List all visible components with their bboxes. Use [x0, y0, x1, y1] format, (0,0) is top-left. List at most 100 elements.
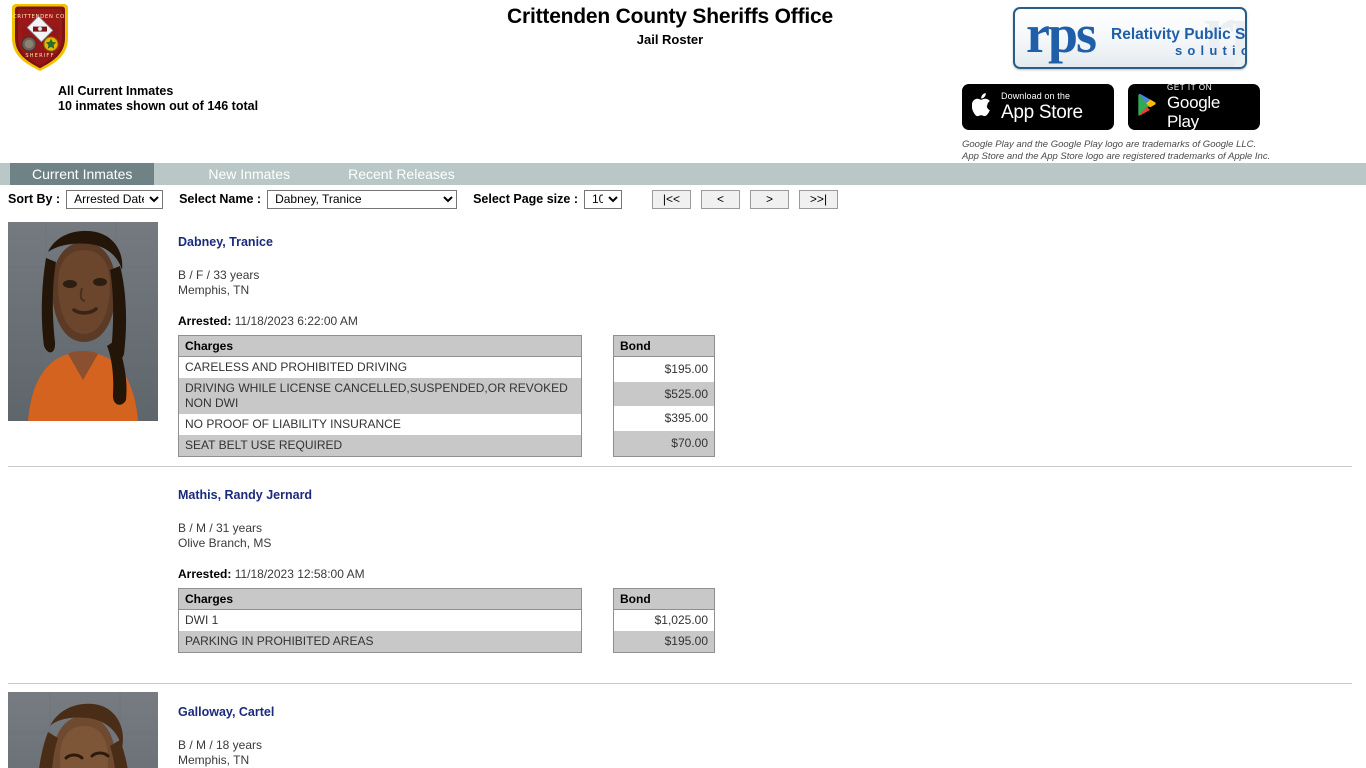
rps-logo-line-1: Relativity Public Safety: [1111, 26, 1246, 43]
inmate-demographics: B / M / 18 years Memphis, TN: [178, 738, 1366, 768]
inmate-list: Dabney, Tranice B / F / 33 years Memphis, …: [0, 214, 1366, 768]
inmate-race-sex-age: B / M / 31 years: [178, 521, 263, 535]
rps-logo[interactable]: rps rps Relativity Public Safety solutio…: [1013, 7, 1247, 69]
sort-by-label: Sort By :: [8, 192, 61, 206]
arrested-label: Arrested:: [178, 314, 232, 328]
next-page-button[interactable]: >: [750, 189, 789, 209]
inmate-race-sex-age: B / F / 33 years: [178, 268, 260, 282]
inmate-arrested: Arrested: 11/18/2023 6:22:00 AM: [178, 314, 1366, 329]
bond-row: $395.00: [613, 406, 715, 432]
inmate-photo-cell: [0, 222, 178, 457]
inmate-photo-cell: [0, 692, 178, 768]
select-name-label: Select Name :: [179, 192, 262, 206]
charges-table: Charges CARELESS AND PROHIBITED DRIVING DR…: [178, 335, 582, 457]
inmate-city: Memphis, TN: [178, 283, 250, 297]
inmate-name-link[interactable]: Galloway, Cartel: [178, 705, 274, 719]
tab-current-inmates[interactable]: Current Inmates: [10, 163, 155, 185]
rps-logo-line-2: solutions: [1174, 43, 1245, 58]
inmate-city: Olive Branch, MS: [178, 536, 272, 550]
app-store-text: Download on the App Store: [1001, 91, 1083, 123]
bond-table: Bond $1,025.00 $195.00: [613, 588, 715, 653]
charge-description: SEAT BELT USE REQUIRED: [178, 435, 582, 457]
inmate-record: Galloway, Cartel B / M / 18 years Memphis,…: [0, 684, 1366, 768]
inmate-name-link[interactable]: Mathis, Randy Jernard: [178, 488, 312, 502]
store-badges: Download on the App Store GET IT ON Goog…: [962, 83, 1260, 131]
page-header: CRITTENDEN CO. SHERIFF Crittenden County…: [0, 0, 1366, 163]
bond-header: Bond: [613, 588, 715, 610]
pagination-controls: |<< < > >>|: [652, 189, 838, 209]
charge-description: DRIVING WHILE LICENSE CANCELLED,SUSPENDE…: [178, 378, 582, 414]
inmate-info: Dabney, Tranice B / F / 33 years Memphis, …: [178, 222, 1366, 457]
trademark-notice: Google Play and the Google Play logo are…: [962, 139, 1270, 162]
bond-amount: $70.00: [613, 431, 715, 457]
rps-logo-words: Relativity Public Safety solutions: [1111, 26, 1246, 58]
last-page-button[interactable]: >>|: [799, 189, 838, 209]
charge-description: DWI 1: [178, 609, 582, 631]
charge-row: PARKING IN PROHIBITED AREAS: [178, 631, 582, 653]
bond-amount: $525.00: [613, 381, 715, 407]
bond-row: $525.00: [613, 381, 715, 407]
inmate-record: Dabney, Tranice B / F / 33 years Memphis, …: [0, 214, 1366, 457]
arrested-label: Arrested:: [178, 567, 232, 581]
app-store-button[interactable]: Download on the App Store: [962, 84, 1114, 130]
previous-page-button[interactable]: <: [701, 189, 740, 209]
arrested-value: 11/18/2023 12:58:00 AM: [231, 567, 365, 581]
inmate-arrested: Arrested: 11/18/2023 12:58:00 AM: [178, 567, 1366, 582]
charges-and-bond-tables: Charges DWI 1 PARKING IN PROHIBITED AREAS B…: [178, 588, 1366, 653]
bond-amount: $195.00: [613, 631, 715, 653]
roster-controls: Sort By : Arrested Date Select Name : Da…: [0, 186, 1366, 212]
inmate-demographics: B / F / 33 years Memphis, TN: [178, 268, 1366, 298]
charge-description: CARELESS AND PROHIBITED DRIVING: [178, 356, 582, 378]
inmate-mugshot[interactable]: [8, 222, 158, 421]
roster-summary-line-2: 10 inmates shown out of 146 total: [58, 99, 259, 113]
trademark-line-1: Google Play and the Google Play logo are…: [962, 139, 1257, 150]
inmate-city: Memphis, TN: [178, 753, 250, 767]
inmate-race-sex-age: B / M / 18 years: [178, 738, 263, 752]
google-play-small-label: GET IT ON: [1167, 83, 1213, 92]
select-name-select[interactable]: Dabney, Tranice: [267, 189, 458, 209]
sheriff-badge-icon: CRITTENDEN CO. SHERIFF: [6, 0, 74, 74]
inmate-info: Mathis, Randy Jernard B / M / 31 years Oli…: [178, 475, 1366, 674]
charge-row: NO PROOF OF LIABILITY INSURANCE: [178, 414, 582, 435]
bond-table: Bond $195.00 $525.00 $395.00 $70.00: [613, 335, 715, 457]
bond-row: $195.00: [613, 356, 715, 382]
google-play-logo-icon: [1136, 92, 1160, 123]
charge-description: PARKING IN PROHIBITED AREAS: [178, 631, 582, 653]
google-play-text: GET IT ON Google Play: [1167, 83, 1248, 131]
inmate-info: Galloway, Cartel B / M / 18 years Memphis,…: [178, 692, 1366, 768]
inmate-record: Mathis, Randy Jernard B / M / 31 years Oli…: [0, 467, 1366, 674]
google-play-big-label: Google Play: [1167, 93, 1221, 131]
bond-header: Bond: [613, 335, 715, 357]
arrested-value: 11/18/2023 6:22:00 AM: [231, 314, 358, 328]
roster-summary: All Current Inmates 10 inmates shown out…: [58, 84, 258, 114]
charges-header: Charges: [178, 335, 582, 357]
jail-roster-page: CRITTENDEN CO. SHERIFF Crittenden County…: [0, 0, 1366, 768]
inmate-mugshot-placeholder: [8, 475, 158, 674]
roster-tabs: Current Inmates New Inmates Recent Relea…: [0, 163, 1366, 185]
bond-row: $70.00: [613, 431, 715, 457]
tab-recent-releases[interactable]: Recent Releases: [334, 163, 469, 185]
tab-new-inmates[interactable]: New Inmates: [194, 163, 304, 185]
charges-and-bond-tables: Charges CARELESS AND PROHIBITED DRIVING DR…: [178, 335, 1366, 457]
charges-table: Charges DWI 1 PARKING IN PROHIBITED AREAS: [178, 588, 582, 653]
first-page-button[interactable]: |<<: [652, 189, 691, 209]
inmate-demographics: B / M / 31 years Olive Branch, MS: [178, 521, 1366, 551]
charges-header: Charges: [178, 588, 582, 610]
inmate-name-link[interactable]: Dabney, Tranice: [178, 235, 273, 249]
charge-row: SEAT BELT USE REQUIRED: [178, 435, 582, 457]
charge-row: DWI 1: [178, 609, 582, 631]
page-size-label: Select Page size :: [473, 192, 578, 206]
charge-description: NO PROOF OF LIABILITY INSURANCE: [178, 414, 582, 435]
page-size-select[interactable]: 10: [584, 189, 622, 209]
inmate-mugshot[interactable]: [8, 692, 158, 768]
roster-summary-line-1: All Current Inmates: [58, 84, 174, 98]
bond-amount: $195.00: [613, 356, 715, 382]
inmate-photo-cell: [0, 475, 178, 674]
bond-amount: $1,025.00: [613, 609, 715, 631]
sort-by-select[interactable]: Arrested Date: [66, 189, 164, 209]
app-store-small-label: Download on the: [1001, 91, 1071, 101]
bond-row: $195.00: [613, 631, 715, 653]
google-play-button[interactable]: GET IT ON Google Play: [1128, 83, 1260, 131]
trademark-line-2: App Store and the App Store logo are reg…: [962, 150, 1271, 162]
charge-row: DRIVING WHILE LICENSE CANCELLED,SUSPENDE…: [178, 378, 582, 414]
